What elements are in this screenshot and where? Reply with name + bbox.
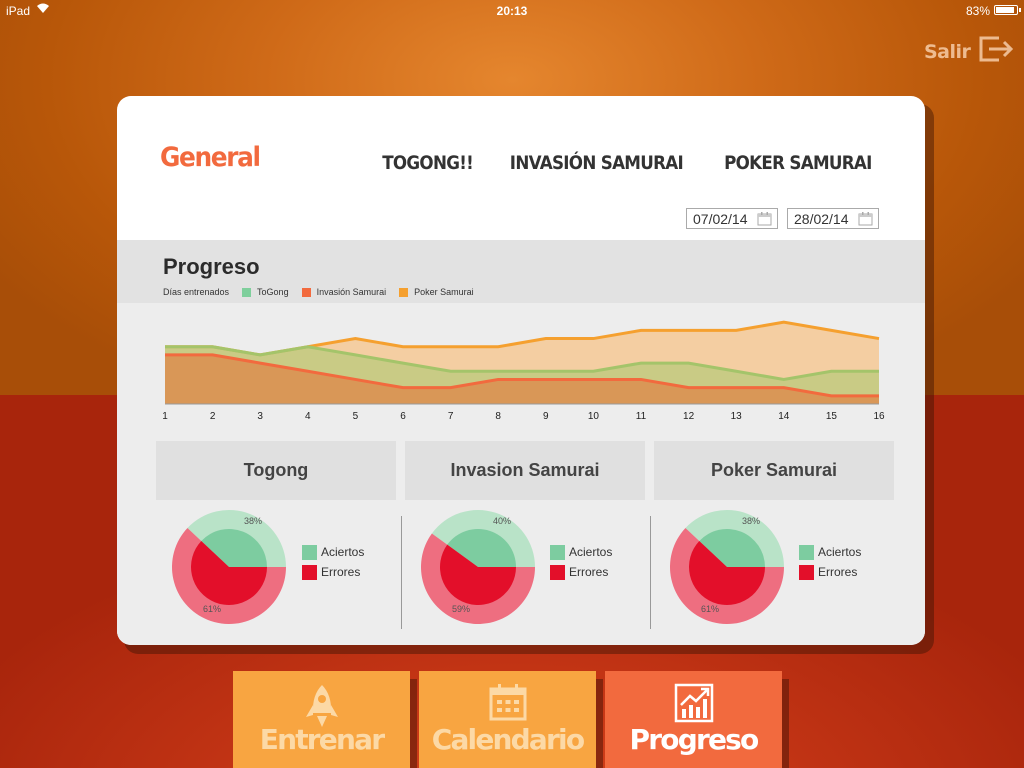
- errores-label: Errores: [321, 565, 361, 579]
- date-to-field[interactable]: 28/02/14: [787, 208, 879, 229]
- nav-entrenar-label: Entrenar: [259, 723, 385, 756]
- x-tick-label: 2: [210, 411, 216, 422]
- x-tick-label: 5: [353, 411, 359, 422]
- calendar-icon: [858, 212, 873, 229]
- x-tick-label: 10: [588, 411, 600, 422]
- pie-poker: 38% 61%: [670, 510, 784, 624]
- nav-progreso-button[interactable]: Progreso: [605, 671, 782, 768]
- panel-title-invasion: Invasion Samurai: [405, 441, 645, 500]
- chart-legend: Días entrenados ToGong Invasión Samurai …: [163, 287, 487, 297]
- pie-invasion: 40% 59%: [421, 510, 535, 624]
- exit-button[interactable]: Salir: [924, 36, 1015, 67]
- divider: [401, 516, 402, 629]
- progress-header: Progreso Días entrenados ToGong Invasión…: [117, 240, 925, 303]
- x-tick-label: 4: [305, 411, 311, 422]
- x-tick-label: 12: [683, 411, 695, 422]
- progress-area-chart: 1 2 3 4 5 6 7 8 9 10 11 12 13 14 15 16: [162, 320, 885, 422]
- tab-poker-samurai[interactable]: POKER SAMURAI: [724, 152, 872, 174]
- legend-label: Días entrenados: [163, 287, 230, 297]
- aciertos-percent-label: 40%: [493, 516, 511, 526]
- progress-heading: Progreso: [163, 254, 260, 279]
- x-tick-label: 1: [162, 411, 168, 422]
- errores-label: Errores: [818, 565, 858, 579]
- tab-invasion-samurai[interactable]: INVASIÓN SAMURAI: [510, 152, 684, 174]
- x-tick-label: 14: [778, 411, 790, 422]
- legend-poker: Poker Samurai: [399, 287, 474, 297]
- exit-label: Salir: [924, 40, 971, 63]
- aciertos-percent-label: 38%: [742, 516, 760, 526]
- battery-icon: [994, 5, 1021, 15]
- nav-calendario-label: Calendario: [431, 723, 585, 756]
- errores-label: Errores: [569, 565, 609, 579]
- calendar-icon: [419, 683, 596, 723]
- nav-progreso-label: Progreso: [629, 723, 760, 756]
- x-tick-label: 7: [448, 411, 454, 422]
- x-tick-label: 9: [543, 411, 549, 422]
- aciertos-label: Aciertos: [569, 545, 613, 559]
- errores-percent-label: 61%: [203, 604, 221, 614]
- x-tick-label: 11: [636, 411, 647, 422]
- calendar-icon: [757, 212, 772, 229]
- aciertos-label: Aciertos: [818, 545, 862, 559]
- nav-calendario-button[interactable]: Calendario: [419, 671, 596, 768]
- page-title: General: [160, 142, 261, 173]
- aciertos-label: Aciertos: [321, 545, 365, 559]
- x-tick-label: 6: [400, 411, 406, 422]
- panel-title-poker: Poker Samurai: [654, 441, 894, 500]
- date-to-value: 28/02/14: [794, 211, 849, 227]
- date-from-value: 07/02/14: [693, 211, 748, 227]
- errores-percent-label: 61%: [701, 604, 719, 614]
- tab-togong[interactable]: TOGONG!!: [382, 152, 474, 174]
- growth-chart-icon: [605, 683, 782, 723]
- x-tick-label: 3: [257, 411, 263, 422]
- legend-togong: ToGong: [242, 287, 289, 297]
- x-tick-label: 8: [495, 411, 501, 422]
- x-tick-label: 13: [731, 411, 743, 422]
- x-tick-label: 15: [826, 411, 838, 422]
- progress-card: General TOGONG!! INVASIÓN SAMURAI POKER …: [117, 96, 925, 645]
- panel-title-togong: Togong: [156, 441, 396, 500]
- clock: 20:13: [496, 4, 528, 18]
- status-bar: iPad 20:13 83%: [0, 0, 1024, 20]
- errores-percent-label: 59%: [452, 604, 470, 614]
- nav-entrenar-button[interactable]: Entrenar: [233, 671, 410, 768]
- pie-legend-poker: Aciertos Errores: [799, 542, 861, 582]
- legend-invasion: Invasión Samurai: [301, 287, 386, 297]
- aciertos-percent-label: 38%: [244, 516, 262, 526]
- pie-togong: 38% 61%: [172, 510, 286, 624]
- date-from-field[interactable]: 07/02/14: [686, 208, 778, 229]
- battery-percent: 83%: [965, 4, 990, 18]
- x-tick-label: 16: [873, 411, 885, 422]
- pie-legend-togong: Aciertos Errores: [302, 542, 364, 582]
- divider: [650, 516, 651, 629]
- logout-icon: [970, 36, 1015, 67]
- pie-legend-invasion: Aciertos Errores: [550, 542, 612, 582]
- game-tabs: TOGONG!! INVASIÓN SAMURAI POKER SAMURAI: [376, 152, 882, 174]
